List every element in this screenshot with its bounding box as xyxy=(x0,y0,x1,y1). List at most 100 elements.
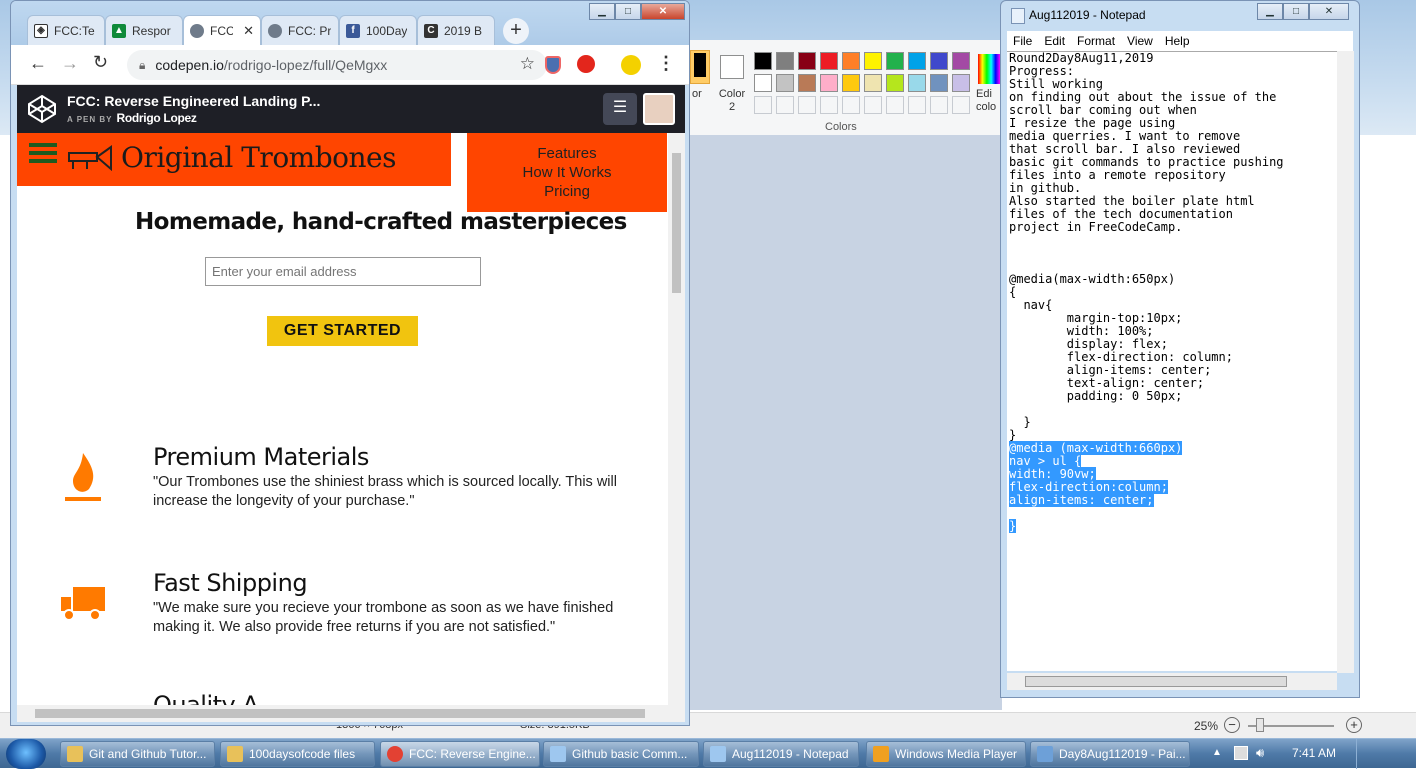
custom-color-slot[interactable] xyxy=(842,96,860,114)
codepen-logo-icon[interactable] xyxy=(27,94,57,124)
menu-kebab-icon[interactable]: ⋮ xyxy=(657,53,675,74)
custom-color-slot[interactable] xyxy=(886,96,904,114)
palette-color-swatch[interactable] xyxy=(798,52,816,70)
task-notepad[interactable]: Aug112019 - Notepad xyxy=(703,741,859,767)
edit-colors-button[interactable] xyxy=(978,54,1000,84)
nav-link-pricing[interactable]: Pricing xyxy=(544,182,590,201)
task-github-commands[interactable]: Github basic Comm... xyxy=(543,741,699,767)
palette-color-swatch[interactable] xyxy=(798,74,816,92)
maximize-button[interactable]: □ xyxy=(615,3,641,20)
palette-color-swatch[interactable] xyxy=(930,74,948,92)
custom-color-slot[interactable] xyxy=(776,96,794,114)
tab-fcc-active[interactable]: FCC ✕ xyxy=(183,15,261,45)
palette-color-swatch[interactable] xyxy=(864,74,882,92)
palette-color-swatch[interactable] xyxy=(952,52,970,70)
tab-100day[interactable]: f 100Day xyxy=(339,15,417,45)
palette-color-swatch[interactable] xyxy=(754,52,772,70)
zoom-level: 25% xyxy=(1194,719,1219,733)
palette-color-swatch[interactable] xyxy=(776,52,794,70)
custom-color-slot[interactable] xyxy=(820,96,838,114)
close-window-button[interactable]: ✕ xyxy=(1309,3,1349,20)
tab-fcc-pr[interactable]: FCC: Pr xyxy=(261,15,339,45)
palette-color-swatch[interactable] xyxy=(842,52,860,70)
user-avatar[interactable] xyxy=(643,93,675,125)
bookmark-star-icon[interactable]: ☆ xyxy=(520,54,535,74)
palette-color-swatch[interactable] xyxy=(886,74,904,92)
lock-icon: 🔒︎ xyxy=(139,57,146,72)
tab-fcc-te[interactable]: ◈ FCC:Te xyxy=(27,15,105,45)
menu-view[interactable]: View xyxy=(1127,34,1153,48)
palette-color-swatch[interactable] xyxy=(886,52,904,70)
extension-avatar-icon[interactable] xyxy=(621,55,641,75)
palette-color-swatch[interactable] xyxy=(820,52,838,70)
palette-color-swatch[interactable] xyxy=(908,52,926,70)
palette-color-swatch[interactable] xyxy=(754,74,772,92)
palette-color-swatch[interactable] xyxy=(776,74,794,92)
minimize-button[interactable]: ▁ xyxy=(589,3,615,20)
page-vertical-scrollbar[interactable] xyxy=(668,133,685,705)
notepad-horizontal-scrollbar[interactable] xyxy=(1007,673,1337,690)
show-desktop-button[interactable] xyxy=(1356,739,1370,769)
task-100days-folder[interactable]: 100daysofcode files xyxy=(220,741,375,767)
custom-color-slot[interactable] xyxy=(798,96,816,114)
custom-color-slot[interactable] xyxy=(864,96,882,114)
nav-link-how-it-works[interactable]: How It Works xyxy=(523,163,612,182)
address-bar[interactable]: 🔒︎ codepen.io/rodrigo-lopez/full/QeMgxx … xyxy=(127,50,547,80)
custom-color-slot[interactable] xyxy=(952,96,970,114)
reload-icon[interactable]: ↻ xyxy=(93,52,108,73)
close-window-button[interactable]: ✕ xyxy=(641,3,685,20)
menu-file[interactable]: File xyxy=(1013,34,1032,48)
custom-color-slot[interactable] xyxy=(754,96,772,114)
start-button[interactable] xyxy=(6,739,46,769)
tab-respor[interactable]: ▲ Respor xyxy=(105,15,183,45)
new-tab-button[interactable]: + xyxy=(503,18,529,44)
tab-2019-b[interactable]: C 2019 B xyxy=(417,15,495,45)
task-git-tutorial[interactable]: Git and Github Tutor... xyxy=(60,741,215,767)
hamburger-menu-icon[interactable] xyxy=(29,143,57,167)
task-media-player[interactable]: Windows Media Player xyxy=(866,741,1026,767)
forward-arrow-icon[interactable]: → xyxy=(61,53,79,74)
email-input[interactable] xyxy=(205,257,481,286)
minimize-button[interactable]: ▁ xyxy=(1257,3,1283,20)
selected-line: flex-direction:column; xyxy=(1009,480,1168,494)
palette-color-swatch[interactable] xyxy=(908,74,926,92)
system-clock[interactable]: 7:41 AM xyxy=(1292,746,1336,760)
extension-shield-icon[interactable] xyxy=(545,56,561,74)
task-paint[interactable]: Day8Aug112019 - Pai... xyxy=(1030,741,1190,767)
zoom-out-button[interactable]: − xyxy=(1224,717,1240,733)
volume-icon[interactable]: 🔊︎ xyxy=(1256,745,1264,761)
adblock-extension-icon[interactable] xyxy=(577,55,595,73)
nav-link-features[interactable]: Features xyxy=(537,144,596,163)
menu-help[interactable]: Help xyxy=(1165,34,1190,48)
get-started-button[interactable]: GET STARTED xyxy=(267,316,418,346)
action-center-flag-icon[interactable] xyxy=(1234,746,1248,760)
color2-swatch[interactable] xyxy=(720,55,744,79)
globe-favicon-icon xyxy=(268,23,282,38)
back-arrow-icon[interactable]: ← xyxy=(29,53,47,74)
show-hidden-icons-arrow-icon[interactable]: ▲ xyxy=(1212,747,1222,758)
pen-author[interactable]: Rodrigo Lopez xyxy=(117,111,197,125)
palette-color-swatch[interactable] xyxy=(952,74,970,92)
menu-edit[interactable]: Edit xyxy=(1044,34,1065,48)
palette-color-swatch[interactable] xyxy=(820,74,838,92)
palette-color-swatch[interactable] xyxy=(842,74,860,92)
zoom-slider-thumb[interactable] xyxy=(1256,718,1264,732)
site-brand[interactable]: Original Trombones xyxy=(121,141,396,174)
menu-format[interactable]: Format xyxy=(1077,34,1115,48)
custom-color-slot[interactable] xyxy=(930,96,948,114)
scrollbar-thumb[interactable] xyxy=(35,709,645,718)
notepad-vertical-scrollbar[interactable] xyxy=(1337,51,1354,673)
maximize-button[interactable]: □ xyxy=(1283,3,1309,20)
task-chrome[interactable]: FCC: Reverse Engine... xyxy=(380,741,540,767)
page-horizontal-scrollbar[interactable] xyxy=(17,705,685,722)
scrollbar-thumb[interactable] xyxy=(1025,676,1287,687)
scrollbar-thumb[interactable] xyxy=(672,153,681,293)
custom-color-slot[interactable] xyxy=(908,96,926,114)
view-switcher-button[interactable]: ☰ xyxy=(603,93,637,125)
palette-color-swatch[interactable] xyxy=(930,52,948,70)
close-tab-icon[interactable]: ✕ xyxy=(243,23,254,39)
palette-color-swatch[interactable] xyxy=(864,52,882,70)
color1-tile[interactable] xyxy=(690,50,710,84)
zoom-in-button[interactable]: + xyxy=(1346,717,1362,733)
notepad-text-area[interactable]: Round2Day8Aug11,2019 Progress: Still wor… xyxy=(1007,51,1337,671)
